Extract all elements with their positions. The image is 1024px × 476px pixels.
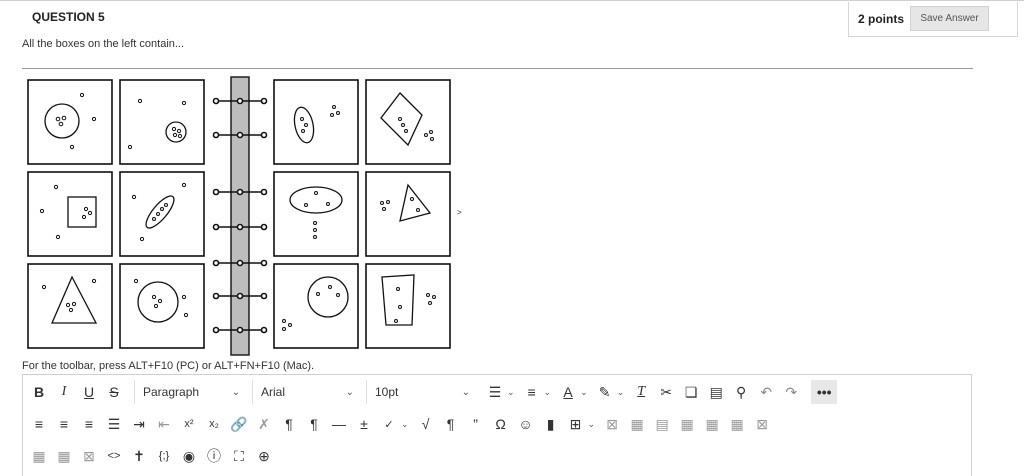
paragraph-mark-icon[interactable]: ¶	[440, 412, 462, 436]
paragraph-label: Paragraph	[143, 385, 200, 399]
numbered-list-icon[interactable]: ≡	[521, 380, 543, 404]
puzzle-figure	[27, 76, 451, 356]
link-icon[interactable]: 🔗	[228, 412, 250, 436]
indent-icon[interactable]: ⇥	[128, 412, 150, 436]
chevron-right-icon: >	[457, 208, 462, 217]
size-dropdown[interactable]: 10pt ⌄	[366, 380, 476, 404]
left-box-6	[119, 263, 205, 349]
col-before-icon[interactable]: ▦	[726, 412, 748, 436]
emoji-icon[interactable]: ☺	[515, 412, 537, 436]
left-box-5	[27, 263, 113, 349]
blockquote-icon[interactable]: ”	[465, 412, 487, 436]
fullscreen-icon[interactable]: ⛶	[228, 444, 250, 468]
chevron-down-icon: ⌄	[580, 386, 588, 397]
question-header: QUESTION 5	[32, 10, 105, 24]
right-box-5	[273, 263, 359, 349]
chevron-down-icon: ⌄	[401, 418, 409, 429]
chevron-down-icon: ⌄	[543, 386, 552, 397]
toolbar-hint: For the toolbar, press ALT+F10 (PC) or A…	[22, 360, 315, 372]
align-left-icon[interactable]: ≡	[28, 412, 50, 436]
points-label: 2 points	[858, 12, 905, 26]
justify-icon[interactable]: ☰	[103, 412, 125, 436]
clear-format-icon[interactable]: T	[630, 380, 652, 404]
cut-icon[interactable]: ✂	[655, 380, 677, 404]
align-center-icon[interactable]: ≡	[53, 412, 75, 436]
chevron-down-icon: ⌄	[616, 386, 625, 397]
question-text: All the boxes on the left contain...	[22, 38, 185, 50]
ltr-icon[interactable]: ¶	[278, 412, 300, 436]
bookmark-icon[interactable]: ▮	[540, 412, 562, 436]
more-icon[interactable]: •••	[811, 380, 838, 404]
strikethrough-icon[interactable]: S	[103, 380, 125, 404]
chevron-down-icon: ⌄	[345, 386, 354, 398]
table-row-icon[interactable]: ▤	[651, 412, 673, 436]
paste-icon[interactable]: ▤	[705, 380, 727, 404]
toolbar-row-2: ≡ ≡ ≡ ☰ ⇥ ⇤ x² x₂ 🔗 ✗ ¶ ¶ — ± ✓ ⌄ √ ¶ ” …	[28, 410, 776, 438]
chevron-down-icon: ⌄	[587, 418, 596, 429]
underline-icon[interactable]: U	[78, 380, 100, 404]
accessibility-icon[interactable]: ✝	[128, 444, 150, 468]
spellcheck-icon[interactable]: ✓	[378, 412, 400, 436]
table-props-icon[interactable]: ▦	[626, 412, 648, 436]
split-cells-icon[interactable]: ▦	[53, 444, 75, 468]
binder-spine	[230, 76, 250, 356]
add-content-icon[interactable]: ⊕	[253, 444, 275, 468]
font-label: Arial	[261, 385, 286, 399]
find-icon[interactable]: ⚲	[730, 380, 752, 404]
left-box-2	[119, 79, 205, 165]
html-icon[interactable]: {;}	[153, 444, 175, 468]
divider	[22, 68, 973, 69]
horizontal-rule-icon[interactable]: —	[328, 412, 350, 436]
italic-icon[interactable]: I	[53, 380, 75, 404]
right-box-1	[273, 79, 359, 165]
right-box-3	[273, 171, 359, 257]
delete-table-icon[interactable]: ⊠	[601, 412, 623, 436]
table-icon[interactable]: ⊞	[565, 412, 587, 436]
delete-col-icon[interactable]: ⊠	[751, 412, 773, 436]
delete-cell-icon[interactable]: ⊠	[78, 444, 100, 468]
right-box-6	[365, 263, 451, 349]
toolbar-row-1: B I U S Paragraph ⌄ Arial ⌄ 10pt ⌄ ☰ ⌄ ≡…	[28, 378, 838, 406]
toolbar-row-3: ▦ ▦ ⊠ <> ✝ {;} ◉ ⓘ ⛶ ⊕	[28, 442, 278, 470]
unlink-icon[interactable]: ✗	[253, 412, 275, 436]
undo-icon[interactable]: ↶	[755, 380, 777, 404]
left-box-4	[119, 171, 205, 257]
top-border	[0, 0, 1024, 1]
chevron-down-icon: ⌄	[461, 386, 470, 398]
left-box-3	[27, 171, 113, 257]
right-box-2	[365, 79, 451, 165]
save-answer-button[interactable]: Save Answer	[910, 6, 989, 31]
row-before-icon[interactable]: ▦	[676, 412, 698, 436]
size-label: 10pt	[375, 385, 399, 399]
subscript-icon[interactable]: x₂	[203, 412, 225, 436]
row-after-icon[interactable]: ▦	[701, 412, 723, 436]
merge-cells-icon[interactable]: ▦	[28, 444, 50, 468]
redo-icon[interactable]: ↷	[780, 380, 802, 404]
help-icon[interactable]: ⓘ	[203, 444, 225, 468]
math-icon[interactable]: √	[415, 412, 437, 436]
paragraph-dropdown[interactable]: Paragraph ⌄	[134, 380, 246, 404]
chevron-down-icon: ⌄	[231, 386, 240, 398]
code-icon[interactable]: <>	[103, 444, 125, 468]
font-dropdown[interactable]: Arial ⌄	[252, 380, 360, 404]
chevron-down-icon: ⌄	[507, 386, 515, 397]
copy-icon[interactable]: ❏	[680, 380, 702, 404]
bullet-list-icon[interactable]: ☰	[484, 380, 506, 404]
left-box-1	[27, 79, 113, 165]
preview-icon[interactable]: ◉	[178, 444, 200, 468]
outdent-icon[interactable]: ⇤	[153, 412, 175, 436]
plus-minus-icon[interactable]: ±	[353, 412, 375, 436]
align-right-icon[interactable]: ≡	[78, 412, 100, 436]
right-box-4	[365, 171, 451, 257]
highlight-icon[interactable]: ✎	[594, 380, 616, 404]
text-color-icon[interactable]: A	[557, 380, 579, 404]
omega-icon[interactable]: Ω	[490, 412, 512, 436]
rtl-icon[interactable]: ¶	[303, 412, 325, 436]
superscript-icon[interactable]: x²	[178, 412, 200, 436]
bold-icon[interactable]: B	[28, 380, 50, 404]
